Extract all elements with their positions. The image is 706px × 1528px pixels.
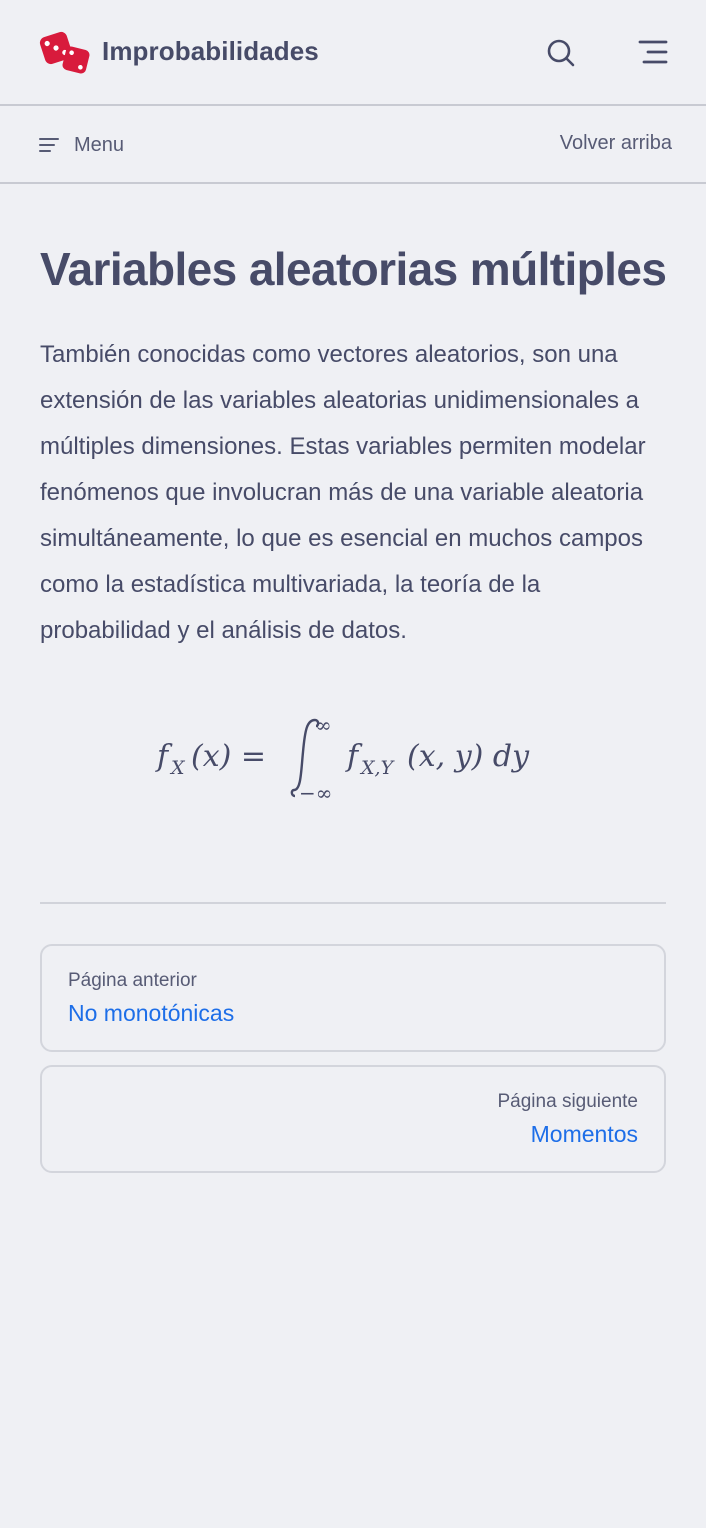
intro-paragraph: También conocidas como vectores aleatori… [40,341,646,644]
secondary-bar: Menu Volver arriba [0,106,706,184]
top-header: Improbabilidades [0,0,706,106]
menu-icon [39,138,59,152]
next-page-link[interactable]: Momentos [531,1121,638,1148]
formula-upper-limit: ∞ [315,713,332,737]
next-page-card[interactable]: Página siguiente Momentos [40,1065,666,1173]
formula-integrand-arg: (x, y) dy [407,739,530,774]
marginal-density-formula: f X (x) = ∞ −∞ f X,Y (x, y) dy [40,712,670,810]
hamburger-icon[interactable] [636,36,670,70]
site-title[interactable]: Improbabilidades [102,36,319,67]
back-to-top-link[interactable]: Volver arriba [560,132,672,155]
article-content: Variables aleatorias múltiples También c… [40,238,670,805]
content-divider [40,902,666,904]
menu-toggle-button[interactable]: Menu [38,130,124,160]
formula-lhs-arg: (x) = [191,739,266,774]
formula-integrand-sub: X,Y [359,757,396,779]
next-page-caption: Página siguiente [497,1091,639,1112]
search-icon[interactable] [544,36,578,70]
page-title: Variables aleatorias múltiples [40,243,667,295]
menu-label: Menu [74,133,125,156]
previous-page-card[interactable]: Página anterior No monotónicas [40,944,666,1052]
previous-page-link[interactable]: No monotónicas [68,1000,234,1027]
dice-icon[interactable] [38,30,90,74]
formula-lhs-sub: X [169,757,186,779]
formula-graphic: f X (x) = ∞ −∞ f X,Y (x, y) dy [155,713,530,805]
previous-page-caption: Página anterior [68,970,197,991]
formula-lower-limit: −∞ [299,781,332,802]
